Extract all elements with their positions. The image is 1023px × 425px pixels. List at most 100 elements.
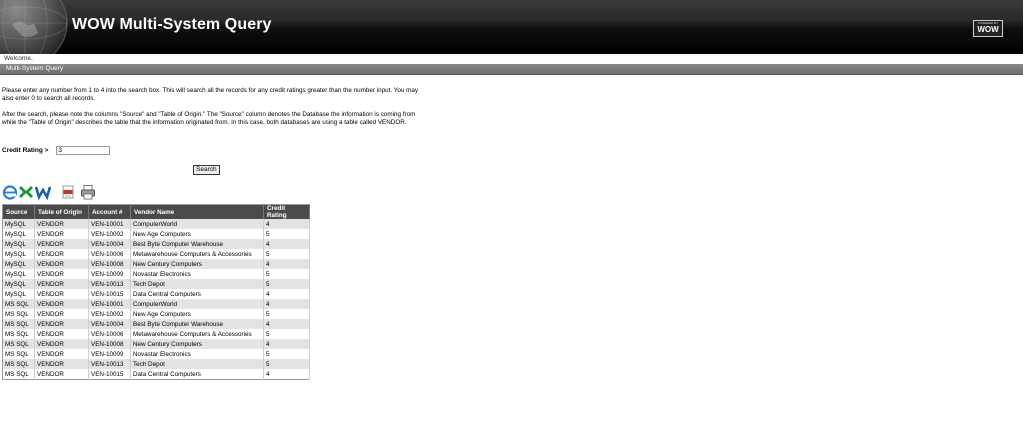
cell-vendor-name: Tech Depot: [130, 279, 264, 289]
cell-account: VEN-10001: [88, 299, 131, 309]
cell-table-of-origin: VENDOR: [34, 359, 89, 369]
pdf-icon[interactable]: [60, 184, 76, 200]
cell-source: MS SQL: [2, 369, 35, 380]
cell-credit-rating: 4: [263, 299, 310, 309]
cell-source: MySQL: [2, 239, 35, 249]
cell-table-of-origin: VENDOR: [34, 239, 89, 249]
column-header-source[interactable]: Source: [2, 204, 35, 219]
cell-credit-rating: 4: [263, 259, 310, 269]
cell-vendor-name: New Century Computers: [130, 259, 264, 269]
cell-vendor-name: New Age Computers: [130, 229, 264, 239]
table-row: MS SQL VENDOR VEN-10001 ComputerWorld 4: [2, 299, 310, 309]
table-row: MySQL VENDOR VEN-10013 Tech Depot 5: [2, 279, 310, 289]
section-title-bar: Multi-System Query: [0, 64, 1023, 75]
cell-account: VEN-10015: [88, 289, 131, 299]
table-row: MySQL VENDOR VEN-10002 New Age Computers 5: [2, 229, 310, 239]
cell-vendor-name: Novastar Electronics: [130, 269, 264, 279]
search-button[interactable]: Search: [193, 165, 220, 175]
cell-source: MS SQL: [2, 319, 35, 329]
cell-account: VEN-10009: [88, 349, 131, 359]
word-icon[interactable]: [35, 184, 51, 200]
table-row: MySQL VENDOR VEN-10009 Novastar Electronics…: [2, 269, 310, 279]
cell-vendor-name: Data Central Computers: [130, 369, 264, 380]
page-header: WOW Multi-System Query POWERED BY WOW: [0, 0, 1023, 54]
app-title: WOW Multi-System Query: [72, 16, 272, 33]
table-row: MySQL VENDOR VEN-10015 Data Central Compute…: [2, 289, 310, 299]
results-table-body: MySQL VENDOR VEN-10001 ComputerWorld 4 MySQL V…: [2, 219, 310, 380]
cell-credit-rating: 4: [263, 219, 310, 229]
cell-table-of-origin: VENDOR: [34, 309, 89, 319]
badge-big-text: WOW: [977, 25, 999, 34]
excel-icon[interactable]: [18, 184, 34, 200]
cell-source: MySQL: [2, 219, 35, 229]
cell-account: VEN-10004: [88, 319, 131, 329]
column-header-account[interactable]: Account #: [88, 204, 131, 219]
cell-vendor-name: ComputerWorld: [130, 299, 264, 309]
cell-source: MS SQL: [2, 329, 35, 339]
cell-credit-rating: 5: [263, 349, 310, 359]
column-header-table-of-origin[interactable]: Table of Origin: [34, 204, 89, 219]
table-row: MS SQL VENDOR VEN-10004 Best Byte Computer …: [2, 319, 310, 329]
cell-table-of-origin: VENDOR: [34, 319, 89, 329]
instructions: Please enter any number from 1 to 4 into…: [2, 87, 422, 135]
credit-rating-label: Credit Rating >: [2, 147, 49, 154]
credit-rating-row: Credit Rating >: [2, 146, 111, 155]
cell-source: MySQL: [2, 279, 35, 289]
cell-account: VEN-10013: [88, 359, 131, 369]
cell-source: MySQL: [2, 289, 35, 299]
table-row: MS SQL VENDOR VEN-10008 New Century Compute…: [2, 339, 310, 349]
cell-credit-rating: 5: [263, 249, 310, 259]
cell-vendor-name: New Age Computers: [130, 309, 264, 319]
cell-table-of-origin: VENDOR: [34, 369, 89, 380]
cell-table-of-origin: VENDOR: [34, 289, 89, 299]
cell-source: MS SQL: [2, 299, 35, 309]
table-row: MS SQL VENDOR VEN-10009 Novastar Electronic…: [2, 349, 310, 359]
cell-credit-rating: 5: [263, 359, 310, 369]
table-header-row: Source Table of Origin Account # Vendor …: [2, 204, 310, 219]
globe-logo-icon: [0, 0, 68, 54]
cell-source: MS SQL: [2, 359, 35, 369]
instructions-paragraph-1: Please enter any number from 1 to 4 into…: [2, 87, 419, 102]
section-title: Multi-System Query: [6, 65, 64, 72]
ie-icon[interactable]: [2, 184, 18, 200]
cell-table-of-origin: VENDOR: [34, 339, 89, 349]
table-row: MySQL VENDOR VEN-10006 Metawarehouse Comput…: [2, 249, 310, 259]
cell-account: VEN-10002: [88, 309, 131, 319]
cell-source: MS SQL: [2, 349, 35, 359]
cell-credit-rating: 4: [263, 369, 310, 380]
cell-table-of-origin: VENDOR: [34, 329, 89, 339]
cell-table-of-origin: VENDOR: [34, 259, 89, 269]
cell-account: VEN-10015: [88, 369, 131, 380]
cell-table-of-origin: VENDOR: [34, 219, 89, 229]
table-row: MS SQL VENDOR VEN-10006 Metawarehouse Compu…: [2, 329, 310, 339]
cell-vendor-name: Best Byte Computer Warehouse: [130, 239, 264, 249]
credit-rating-input[interactable]: [56, 146, 111, 155]
print-icon[interactable]: [80, 184, 96, 200]
cell-account: VEN-10006: [88, 249, 131, 259]
cell-source: MS SQL: [2, 309, 35, 319]
column-header-credit-rating[interactable]: Credit Rating: [263, 204, 310, 219]
cell-credit-rating: 4: [263, 239, 310, 249]
cell-account: VEN-10004: [88, 239, 131, 249]
table-row: MySQL VENDOR VEN-10008 New Century Computer…: [2, 259, 310, 269]
cell-credit-rating: 5: [263, 329, 310, 339]
table-row: MySQL VENDOR VEN-10001 ComputerWorld 4: [2, 219, 310, 229]
cell-credit-rating: 5: [263, 309, 310, 319]
cell-source: MySQL: [2, 259, 35, 269]
table-row: MS SQL VENDOR VEN-10015 Data Central Comput…: [2, 369, 310, 380]
cell-credit-rating: 5: [263, 269, 310, 279]
cell-table-of-origin: VENDOR: [34, 249, 89, 259]
column-header-vendor-name[interactable]: Vendor Name: [130, 204, 264, 219]
cell-source: MySQL: [2, 249, 35, 259]
instructions-paragraph-2: After the search, please note the column…: [2, 111, 416, 126]
table-row: MS SQL VENDOR VEN-10013 Tech Depot 5: [2, 359, 310, 369]
table-row: MySQL VENDOR VEN-10004 Best Byte Computer W…: [2, 239, 310, 249]
cell-account: VEN-10008: [88, 339, 131, 349]
cell-vendor-name: Tech Depot: [130, 359, 264, 369]
table-row: MS SQL VENDOR VEN-10002 New Age Computers 5: [2, 309, 310, 319]
cell-vendor-name: Metawarehouse Computers & Accessories: [130, 329, 264, 339]
cell-vendor-name: Data Central Computers: [130, 289, 264, 299]
cell-account: VEN-10006: [88, 329, 131, 339]
cell-account: VEN-10013: [88, 279, 131, 289]
cell-table-of-origin: VENDOR: [34, 299, 89, 309]
